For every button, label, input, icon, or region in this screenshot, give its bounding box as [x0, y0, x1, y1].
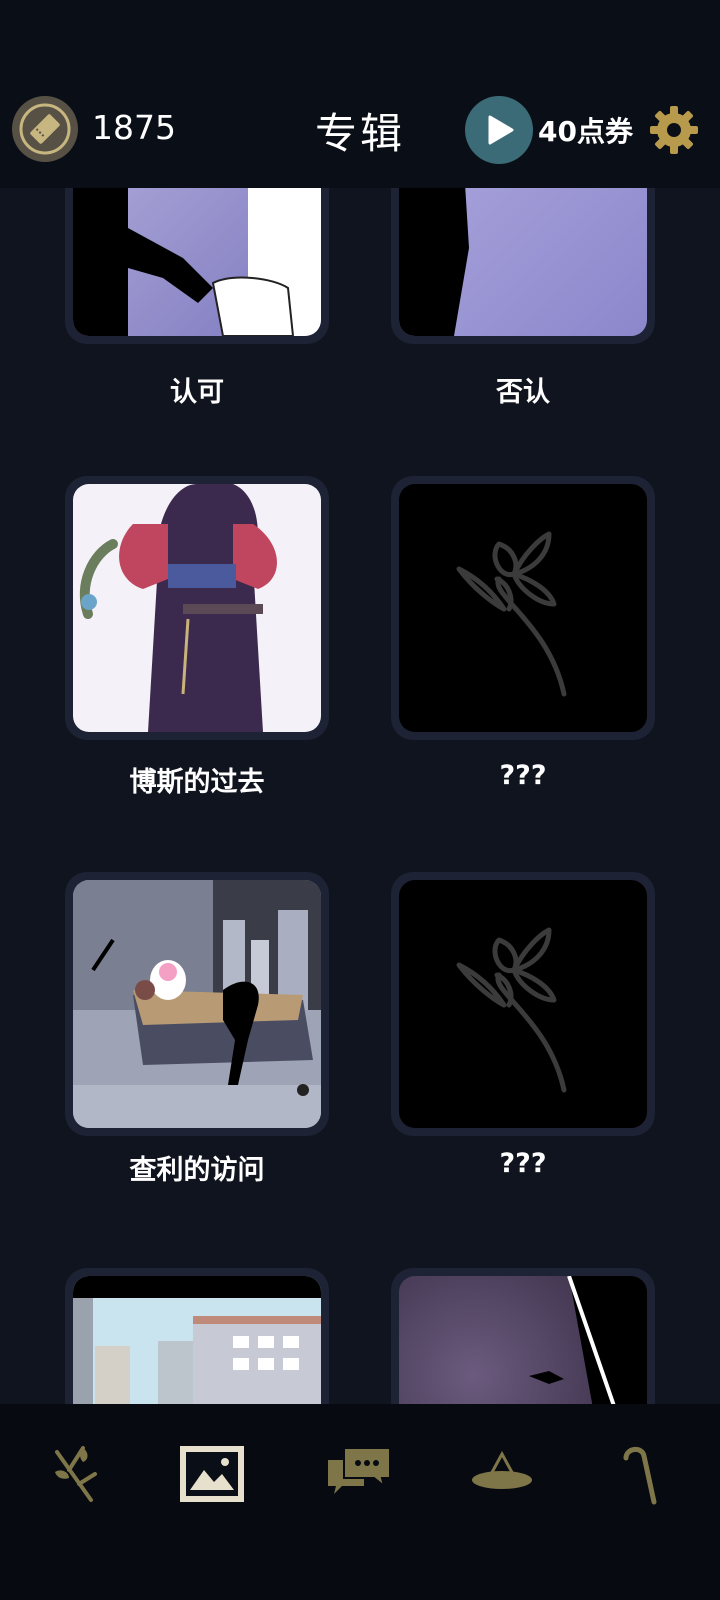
album-thumbnail: [399, 188, 647, 336]
watch-ad-button[interactable]: [465, 96, 533, 164]
album-card[interactable]: [391, 188, 655, 344]
locked-thumbnail: [399, 484, 647, 732]
album-caption: 查利的访问: [129, 1155, 265, 1186]
locked-thumbnail: [399, 880, 647, 1128]
album-caption: 否认: [496, 377, 550, 408]
tab-cane[interactable]: [598, 1434, 678, 1514]
album-caption: ???: [499, 1148, 547, 1179]
album-card[interactable]: [391, 1268, 655, 1404]
album-card[interactable]: [65, 476, 329, 740]
tab-messages[interactable]: [320, 1434, 400, 1514]
tab-album[interactable]: [172, 1434, 252, 1514]
coupon-label[interactable]: 40点券: [538, 110, 633, 150]
bottom-tab-bar: [0, 1404, 720, 1600]
cane-icon: [623, 1447, 657, 1505]
tab-branch[interactable]: [35, 1434, 115, 1514]
album-caption: 认可: [170, 377, 224, 408]
album-caption: ???: [499, 760, 547, 791]
album-thumbnail: [73, 484, 321, 732]
locked-flower-icon: [456, 927, 567, 1093]
album-thumbnail: [73, 188, 321, 336]
album-thumbnail: [399, 1276, 647, 1404]
hat-icon: [472, 1450, 532, 1489]
play-icon: [488, 115, 514, 145]
album-card[interactable]: [65, 872, 329, 1136]
album-card[interactable]: [391, 476, 655, 740]
top-bar: 1875 专辑 40点券: [0, 0, 720, 188]
album-thumbnail: [73, 1276, 321, 1404]
branch-icon: [55, 1446, 97, 1502]
album-grid[interactable]: 认可 否认 博斯的过去 ??? 查利的访问 ???: [0, 188, 720, 1404]
album-card[interactable]: [391, 872, 655, 1136]
album-thumbnail: [73, 880, 321, 1128]
tab-hat[interactable]: [462, 1434, 542, 1514]
chat-icon: [328, 1447, 391, 1494]
gear-icon[interactable]: [648, 104, 700, 156]
picture-icon: [180, 1446, 244, 1502]
album-card[interactable]: [65, 1268, 329, 1404]
album-caption: 博斯的过去: [129, 767, 265, 798]
locked-flower-icon: [456, 531, 567, 697]
album-card[interactable]: [65, 188, 329, 344]
